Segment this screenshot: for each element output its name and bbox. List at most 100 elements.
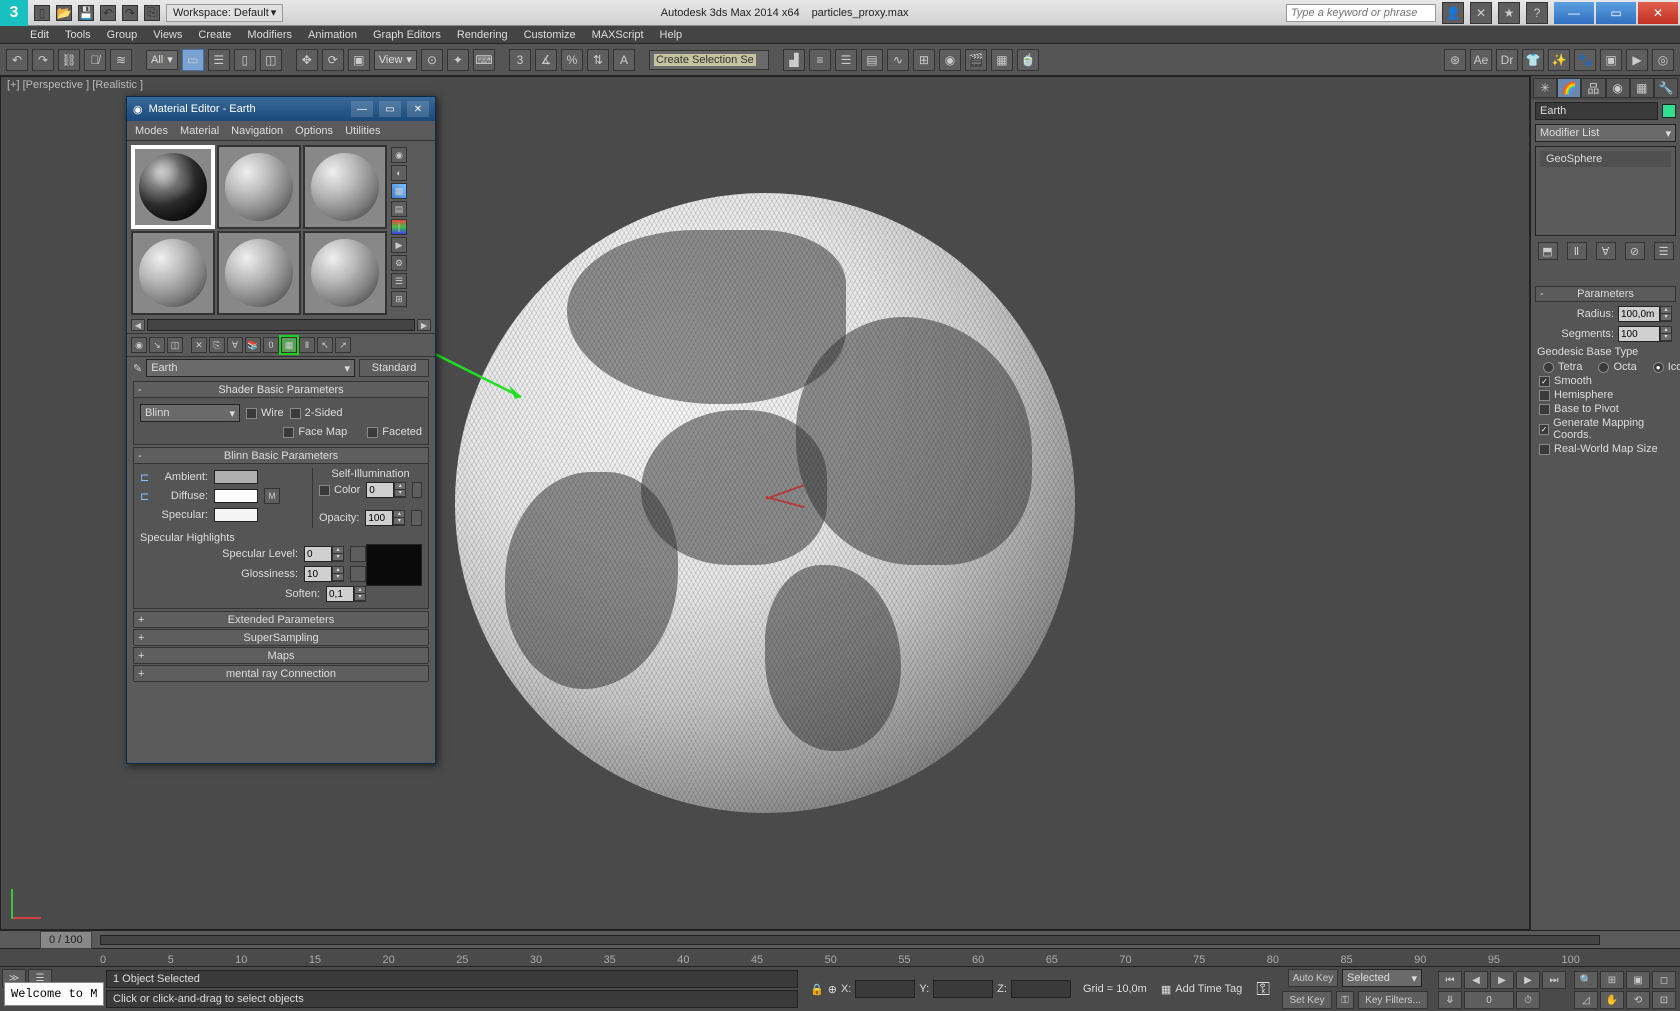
- zoom-ext-button[interactable]: ▣: [1626, 971, 1650, 989]
- render-setup-button[interactable]: 🎬: [965, 49, 987, 71]
- keymode-button[interactable]: ⌨: [473, 49, 495, 71]
- goto-end-button[interactable]: ⏭: [1542, 971, 1566, 989]
- massfx-button[interactable]: ◎: [1652, 49, 1674, 71]
- particle-button[interactable]: ✨: [1548, 49, 1570, 71]
- material-slot-6[interactable]: [303, 231, 387, 315]
- uv-tile-button[interactable]: ▤: [391, 201, 407, 217]
- chk-hemisphere[interactable]: Hemisphere: [1531, 388, 1680, 402]
- geosphere-object[interactable]: [455, 193, 1075, 813]
- key-button[interactable]: ⚿: [1336, 991, 1354, 1009]
- supersampling-rollout-header[interactable]: +SuperSampling: [134, 630, 428, 646]
- exchange-icon[interactable]: ✕: [1470, 2, 1492, 24]
- curve-editor-button[interactable]: ∿: [887, 49, 909, 71]
- ambient-swatch[interactable]: [214, 470, 258, 484]
- signin-icon[interactable]: 👤: [1442, 2, 1464, 24]
- maximize-button[interactable]: ▭: [1596, 2, 1636, 24]
- snap-toggle[interactable]: 3: [509, 49, 531, 71]
- gloss-map-button[interactable]: [350, 566, 366, 582]
- radio-tetra[interactable]: Tetra: [1535, 360, 1590, 374]
- save-icon[interactable]: 💾: [78, 5, 94, 21]
- frame-indicator[interactable]: 0 / 100: [40, 931, 92, 949]
- ribbon-button[interactable]: ▤: [861, 49, 883, 71]
- populate-button[interactable]: ▶: [1626, 49, 1648, 71]
- zoom-button[interactable]: 🔍: [1574, 971, 1598, 989]
- scroll-left-button[interactable]: ◀: [131, 319, 145, 331]
- time-config-button[interactable]: ⏱: [1516, 991, 1540, 1009]
- material-slot-2[interactable]: [217, 145, 301, 229]
- manipulate-button[interactable]: ✦: [447, 49, 469, 71]
- dlg-close-button[interactable]: ✕: [407, 101, 429, 117]
- material-slot-1[interactable]: [131, 145, 215, 229]
- chk-wire[interactable]: Wire: [246, 407, 284, 419]
- configure-button[interactable]: ☰: [1654, 242, 1674, 260]
- get-material-button[interactable]: ◉: [131, 337, 147, 353]
- rotate-button[interactable]: ⟳: [322, 49, 344, 71]
- menu-create[interactable]: Create: [198, 29, 231, 41]
- make-unique-button[interactable]: ∀: [227, 337, 243, 353]
- object-name-input[interactable]: Earth: [1535, 102, 1658, 120]
- mat-id-button[interactable]: 0: [263, 337, 279, 353]
- autodesk-button[interactable]: ⊛: [1444, 49, 1466, 71]
- play-button[interactable]: ▶: [1490, 971, 1514, 989]
- axis-constraints[interactable]: A: [613, 49, 635, 71]
- speclevel-input[interactable]: [304, 546, 332, 562]
- key-step-button[interactable]: ⤋: [1438, 991, 1462, 1009]
- specular-swatch[interactable]: [214, 508, 258, 522]
- select-name-button[interactable]: ☰: [208, 49, 230, 71]
- tab-modify[interactable]: 🌈: [1557, 78, 1581, 98]
- tab-create[interactable]: ✳: [1533, 78, 1557, 98]
- undo-icon[interactable]: ↶: [100, 5, 116, 21]
- fov-button[interactable]: ◿: [1574, 991, 1598, 1009]
- setkey-button[interactable]: Set Key: [1282, 991, 1332, 1009]
- refcoord-dropdown[interactable]: View ▾: [374, 50, 417, 70]
- selfillum-map-button[interactable]: [412, 482, 422, 498]
- chk-selfillum-color[interactable]: Color: [319, 484, 360, 496]
- bind-button[interactable]: ≋: [110, 49, 132, 71]
- selection-filter[interactable]: All ▾: [146, 50, 178, 70]
- angle-snap[interactable]: ∡: [535, 49, 557, 71]
- mat-menu-navigation[interactable]: Navigation: [231, 125, 283, 137]
- project-icon[interactable]: ⎘: [144, 5, 160, 21]
- go-forward-button[interactable]: ↗: [335, 337, 351, 353]
- blinn-rollout-header[interactable]: -Blinn Basic Parameters: [134, 448, 428, 464]
- lock-icon[interactable]: 🔒: [810, 983, 824, 996]
- unlink-button[interactable]: ⛓̸: [84, 49, 106, 71]
- radius-input[interactable]: [1618, 306, 1660, 322]
- show-map-vp-button[interactable]: ▦: [281, 337, 297, 353]
- backlight-button[interactable]: ◐: [391, 165, 407, 181]
- prev-frame-button[interactable]: ◀: [1464, 971, 1488, 989]
- mat-map-navigator-button[interactable]: ⊞: [391, 291, 407, 307]
- workspace-dropdown[interactable]: Workspace: Default▾: [166, 4, 283, 22]
- scale-button[interactable]: ▣: [348, 49, 370, 71]
- zoom-all-button[interactable]: ⊞: [1600, 971, 1624, 989]
- viewport-label[interactable]: [+] [Perspective ] [Realistic ]: [7, 79, 143, 91]
- diffuse-swatch[interactable]: [214, 489, 258, 503]
- key-icon[interactable]: ⚿: [1256, 979, 1270, 1000]
- time-slider[interactable]: 0 / 100: [0, 931, 1680, 949]
- put-to-scene-button[interactable]: ↘: [149, 337, 165, 353]
- redo-icon[interactable]: ↷: [122, 5, 138, 21]
- shader-dropdown[interactable]: Blinn▾: [140, 404, 240, 422]
- menu-views[interactable]: Views: [153, 29, 182, 41]
- object-color-swatch[interactable]: [1662, 104, 1676, 118]
- menu-group[interactable]: Group: [107, 29, 138, 41]
- sample-type-button[interactable]: ◉: [391, 147, 407, 163]
- menu-help[interactable]: Help: [660, 29, 683, 41]
- zoom-ext-all-button[interactable]: ◻: [1652, 971, 1676, 989]
- menu-customize[interactable]: Customize: [524, 29, 576, 41]
- shader-rollout-header[interactable]: -Shader Basic Parameters: [134, 382, 428, 398]
- mat-menu-utilities[interactable]: Utilities: [345, 125, 380, 137]
- material-name-dropdown[interactable]: Earth▾: [146, 359, 355, 377]
- show-end-button[interactable]: Ⅱ: [1567, 242, 1587, 260]
- goto-start-button[interactable]: ⏮: [1438, 971, 1462, 989]
- chk-2sided[interactable]: 2-Sided: [290, 407, 343, 419]
- pick-icon[interactable]: ✎: [133, 362, 142, 375]
- select-rect-button[interactable]: ▯: [234, 49, 256, 71]
- segments-input[interactable]: [1618, 326, 1660, 342]
- chk-realworld[interactable]: Real-World Map Size: [1531, 442, 1680, 456]
- menu-maxscript[interactable]: MAXScript: [592, 29, 644, 41]
- selfillum-input[interactable]: [366, 482, 394, 498]
- current-frame-input[interactable]: 0: [1464, 991, 1514, 1009]
- tab-utilities[interactable]: 🔧: [1654, 78, 1678, 98]
- opacity-spinner[interactable]: ▴▾: [393, 510, 405, 526]
